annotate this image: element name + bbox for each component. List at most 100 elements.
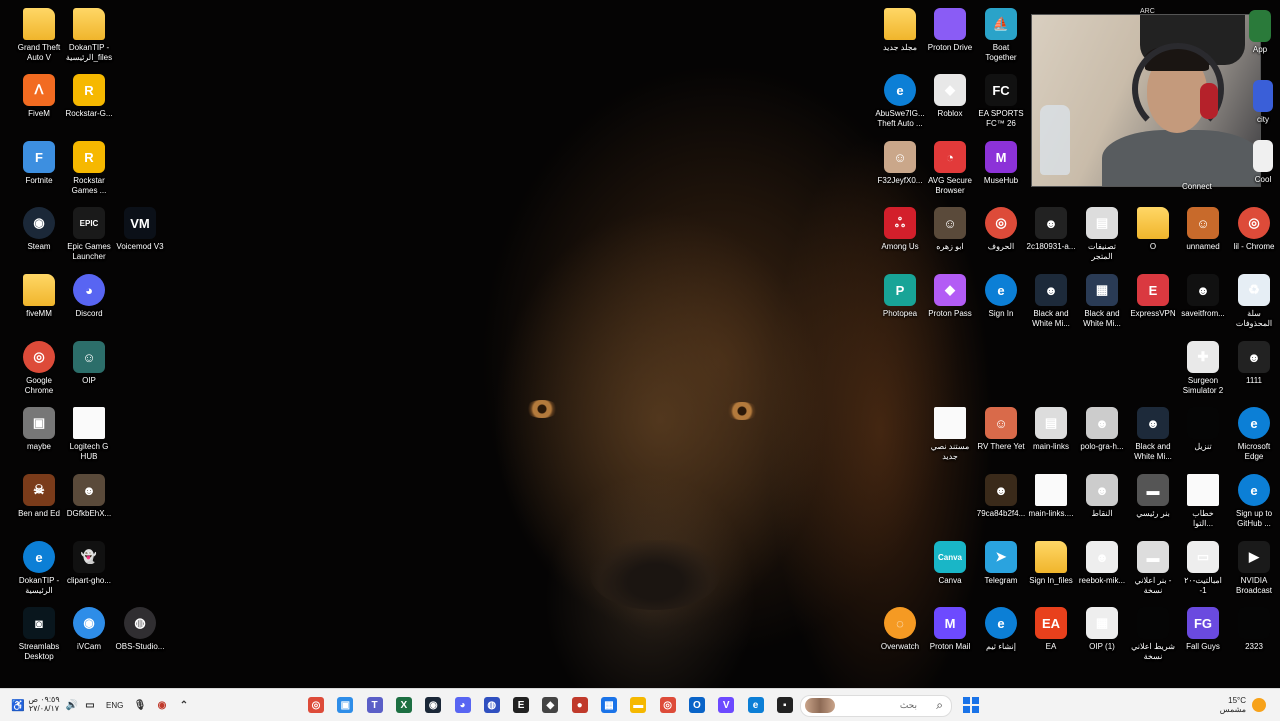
lil-chrome-icon: ◎ — [1238, 207, 1270, 239]
partial-icon-app[interactable]: App — [1240, 10, 1280, 55]
desktop-icon-label: سلة المحذوفات — [1235, 309, 1273, 328]
rockstar-games-icon: R — [73, 141, 105, 173]
search-icon: ⌕ — [936, 698, 943, 712]
black-and-white-mi-icon: ☻ — [1035, 274, 1067, 306]
rockstar-g-icon: R — [73, 74, 105, 106]
desktop-icon-label: Sign up to GitHub ... — [1235, 509, 1273, 528]
clock-time: ٠٩:٥٩ ص — [28, 695, 60, 704]
search-box[interactable]: بحث ⌕ — [800, 695, 952, 717]
desktop-icon-label: Voicemod V3 — [116, 242, 164, 251]
desktop-icon-label: OIP — [82, 376, 96, 385]
volume-icon[interactable]: 🔊 — [64, 697, 80, 713]
lion-nose — [590, 540, 720, 610]
accessibility-icon[interactable]: ♿ — [10, 697, 26, 713]
desktop-icon-dokantip-files[interactable]: DokanTIP - الرئيسية_files — [59, 8, 119, 63]
desktop-icon-label: clipart-gho... — [66, 576, 112, 585]
ben-and-ed-icon: ☠ — [23, 474, 55, 506]
app-icon[interactable]: ▣ — [337, 697, 354, 713]
fall-guys-icon: FG — [1187, 607, 1219, 639]
desktop-icon-musehub[interactable]: M MuseHub — [971, 141, 1031, 186]
language-indicator[interactable]: ENG — [106, 701, 123, 710]
oip-1-icon: ▦ — [1086, 607, 1118, 639]
logitech-g-hub-icon — [73, 407, 105, 439]
store-icon[interactable]: ▦ — [601, 697, 617, 713]
desktop-icon-label: Discord — [75, 309, 103, 318]
desktop-icon-lil-chrome[interactable]: ◎ lil - Chrome — [1224, 207, 1280, 252]
desktop-icon-dgfkbehx[interactable]: ☻ DGfkbEhX... — [59, 474, 119, 519]
weather-widget[interactable]: 15°C مشمس — [1218, 696, 1246, 714]
desktop-icon-rockstar-g[interactable]: R Rockstar-G... — [59, 74, 119, 119]
sign-in-files-icon — [1035, 541, 1067, 573]
f32jeyfx0-icon: ☺ — [884, 141, 916, 173]
recorder-icon[interactable]: ● — [571, 697, 588, 713]
proton-pass-icon: ◆ — [934, 274, 966, 306]
desktop-icon-discord[interactable]: ◕ Discord — [59, 274, 119, 319]
start-button[interactable] — [962, 696, 980, 714]
unnamed-icon: ☺ — [1187, 207, 1219, 239]
chrome-icon-2[interactable]: ◎ — [659, 697, 676, 713]
discord-icon[interactable]: ◕ — [454, 697, 471, 713]
photopea-icon: P — [884, 274, 916, 306]
outlook-icon[interactable]: O — [688, 697, 705, 713]
nvidia-broadcast-icon: ▶ — [1238, 541, 1270, 573]
desktop-icon-label: 1111 — [1245, 376, 1262, 385]
desktop-icon-label: NVIDIA Broadcast — [1235, 576, 1273, 595]
app-partial-icon — [1249, 10, 1271, 42]
microphone-icon[interactable]: 🎙 — [132, 697, 148, 713]
expressvpn-icon: E — [1137, 274, 1169, 306]
excel-icon[interactable]: X — [395, 697, 412, 713]
clipart-gho-icon: 👻 — [73, 541, 105, 573]
partial-icon-city[interactable]: city — [1246, 80, 1280, 125]
fivem-icon: ᐱ — [23, 74, 55, 106]
unity-icon[interactable]: ◆ — [542, 697, 559, 713]
streamlabs-desktop-icon: ◙ — [23, 607, 55, 639]
headset-icon[interactable]: ◍ — [483, 697, 500, 713]
ea-icon: EA — [1035, 607, 1067, 639]
desktop-icon-2323[interactable]: 2323 — [1224, 607, 1280, 652]
teams-icon[interactable]: T — [366, 697, 383, 713]
fivemm-icon — [23, 274, 55, 306]
chevron-up-icon[interactable]: ⌃ — [176, 697, 192, 713]
desktop-icon-rockstar-games[interactable]: R Rockstar Games ... — [59, 141, 119, 196]
desktop-icon-1111[interactable]: ☻ 1111 — [1224, 341, 1280, 386]
desktop-icon-boat-together[interactable]: ⛵ Boat Together — [971, 8, 1031, 63]
saveitfrom-icon: ☻ — [1187, 274, 1219, 306]
desktop-icon-label: Microsoft Edge — [1237, 442, 1271, 461]
main-links-icon — [1035, 474, 1067, 506]
network-icon[interactable]: ▭ — [82, 697, 98, 713]
lion-eye-right — [725, 402, 759, 420]
chrome-icon[interactable]: ◎ — [308, 697, 324, 713]
steam-icon[interactable]: ◉ — [425, 697, 442, 713]
proton-vpn-icon[interactable]: V — [718, 697, 735, 713]
desktop-icon-logitech-g-hub[interactable]: Logitech G HUB — [59, 407, 119, 462]
desktop-icon-voicemod-v3[interactable]: VM Voicemod V3 — [110, 207, 170, 252]
desktop-icon-sign-up-to-github[interactable]: e Sign up to GitHub ... — [1224, 474, 1280, 529]
partial-icon-cool[interactable]: Cool — [1246, 140, 1280, 185]
desktop-icon-clipart-gho[interactable]: 👻 clipart-gho... — [59, 541, 119, 586]
ivcam-icon: ◉ — [73, 607, 105, 639]
desktop-icon-obs-studio[interactable]: ◍ OBS-Studio... — [110, 607, 170, 652]
desktop-icon-label: DokanTIP - الرئيسية_files — [65, 43, 113, 62]
desktop-icon-item[interactable]: ♻ سلة المحذوفات — [1224, 274, 1280, 329]
edge-icon[interactable]: e — [747, 697, 764, 713]
webcam-person-body — [1102, 130, 1260, 186]
windows-logo-icon — [963, 697, 979, 713]
ea-sports-fc-26-icon: FC — [985, 74, 1017, 106]
desktop-icon-ea-sports-fc-26[interactable]: FC EA SPORTS FC™ 26 — [971, 74, 1031, 129]
desktop-icon-oip[interactable]: ☺ OIP — [59, 341, 119, 386]
grand-theft-auto-v-icon — [23, 8, 55, 40]
cool-partial-icon — [1253, 140, 1273, 172]
partial-label-city: city — [1257, 115, 1269, 124]
desktop-icon-microsoft-edge[interactable]: e Microsoft Edge — [1224, 407, 1280, 462]
terminal-icon[interactable]: ▪ — [776, 697, 793, 713]
epic-icon[interactable]: E — [513, 697, 530, 713]
microsoft-edge-icon: e — [1238, 407, 1270, 439]
canva-icon: Canva — [934, 541, 966, 573]
oip-icon: ☺ — [73, 341, 105, 373]
taskbar-clock[interactable]: ٠٩:٥٩ ص ٢٧/٠٨/١٧ — [28, 695, 60, 713]
2323-icon — [1238, 607, 1270, 639]
black-and-white-mi-icon: ☻ — [1137, 407, 1169, 439]
desktop-icon-nvidia-broadcast[interactable]: ▶ NVIDIA Broadcast — [1224, 541, 1280, 596]
recording-icon[interactable]: ◉ — [154, 697, 170, 713]
file-explorer-icon[interactable]: ▬ — [630, 697, 647, 713]
